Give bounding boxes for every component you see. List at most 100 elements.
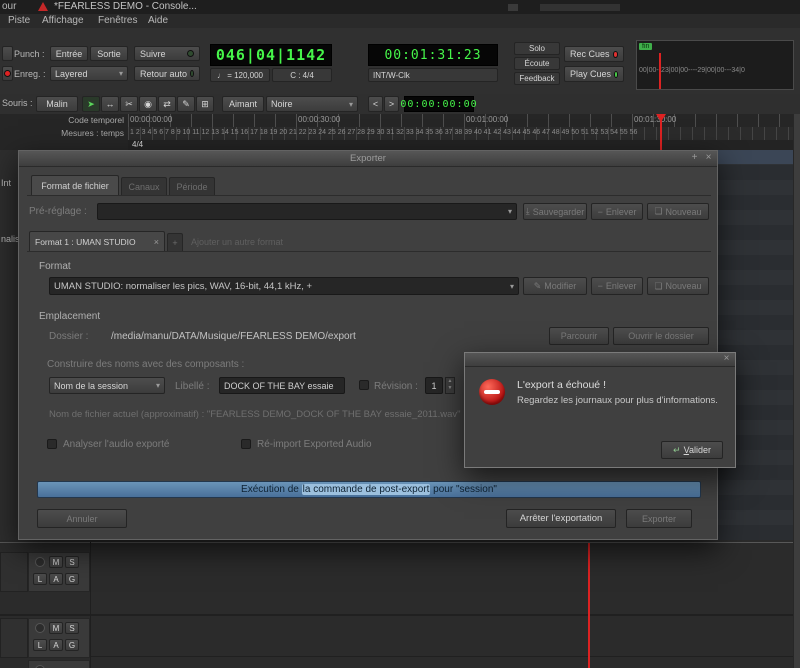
browse-button[interactable]: Parcourir [549,327,609,345]
group-button-g[interactable]: G [65,573,79,585]
format-new-button[interactable]: ❏Nouveau [647,277,709,295]
tab-channels[interactable]: Canaux [121,177,167,195]
rec-cues-button[interactable]: Rec Cues [564,46,624,62]
track-separator [0,656,793,657]
end-marker[interactable]: fin [639,43,652,50]
follow-playhead-button[interactable]: Suivre [134,46,200,61]
grab-tool-button[interactable]: ➤ [82,96,100,112]
titlebar[interactable]: our *FEARLESS DEMO - Console... [0,0,800,15]
transport-bar: Punch : Entrée Sortie Enreg. : Layered▾ … [0,28,800,95]
group-button-l[interactable]: L [33,639,47,651]
range-tool-button[interactable]: ↔ [101,96,119,112]
timefx-tool-button[interactable]: ⇄ [158,96,176,112]
preset-remove-button[interactable]: −Enlever [591,203,643,220]
nudge-left-icon: < [373,99,378,109]
revision-checkbox[interactable] [359,380,369,390]
menu-fenetres[interactable]: Fenêtres [98,15,137,26]
monitor-button[interactable]: Écoute [514,57,560,70]
edit-tool-button[interactable]: ⊞ [196,96,214,112]
mute-button[interactable]: M [49,556,63,568]
draw-tool-button[interactable]: ✎ [177,96,195,112]
revision-stepper[interactable]: ▲▼ [445,377,455,394]
tab-file-format[interactable]: Format de fichier [31,175,119,195]
cut-tool-button[interactable]: ✂ [120,96,138,112]
revision-input[interactable] [425,377,443,394]
vertical-scrollbar[interactable] [793,114,800,668]
name-component-select[interactable]: Nom de la session▾ [49,377,165,394]
format-remove-button[interactable]: −Enlever [591,277,643,295]
solo-button[interactable]: Solo [514,42,560,55]
mini-timeline-ruler: 00|00--23|00|00----29|00|00---34|0 [639,67,745,74]
play-cues-button[interactable]: Play Cues [564,66,624,82]
preset-save-button[interactable]: ⤓Sauvegarder [523,203,587,220]
error-body-text: Regardez les journaux pour plus d'inform… [517,395,718,406]
group-button-l[interactable]: L [33,573,47,585]
close-icon[interactable]: × [702,152,715,163]
mute-button[interactable]: M [49,622,63,634]
menu-aide[interactable]: Aide [148,15,168,26]
record-mode-value: Layered [55,69,88,79]
menu-affichage[interactable]: Affichage [42,15,84,26]
solo-button[interactable]: S [65,622,79,634]
reimport-checkbox[interactable] [241,439,251,449]
meter-marker[interactable]: 4/4 [132,140,143,149]
bars-ruler[interactable]: 1 2 3 4 5 6 7 8 9 10 11 12 13 14 15 16 1… [128,127,800,141]
scissors-icon: ✂ [125,99,133,110]
grid-unit-select[interactable]: Noire▾ [266,96,358,112]
tab-timespan[interactable]: Période [169,177,215,195]
format-tab[interactable]: Format 1 : UMAN STUDIO × [29,231,165,251]
preset-new-button[interactable]: ❏Nouveau [647,203,709,220]
record-arm-button[interactable] [35,623,45,633]
error-icon [479,379,505,405]
secondary-clock-value: 00:01:31:23 [384,48,481,63]
label-input[interactable] [219,377,345,394]
nudge-back-button[interactable]: < [368,96,383,112]
track-canvas-right[interactable] [718,150,800,540]
group-button-a[interactable]: A [49,639,63,651]
mini-timeline[interactable]: fin 00|00--23|00|00----29|00|00---34|0 [636,40,794,90]
audition-tool-button[interactable]: ◉ [139,96,157,112]
error-dialog-titlebar[interactable]: × [465,353,735,367]
smart-mode-button[interactable]: Malin [36,96,78,112]
group-button-g[interactable]: G [65,639,79,651]
record-mode-select[interactable]: Layered▾ [50,66,128,81]
reimport-label: Ré-import Exported Audio [257,439,372,450]
open-folder-button[interactable]: Ouvrir le dossier [613,327,709,345]
sync-source-button[interactable]: INT/W-Clk [368,68,498,82]
nudge-clock[interactable]: 00:00:00:00 [404,96,474,112]
auto-return-button[interactable]: Retour auto [134,66,200,81]
format-edit-button[interactable]: ✎Modifier [523,277,587,295]
transport-mini-button[interactable] [2,46,13,61]
tabs-divider [27,195,711,196]
cancel-button[interactable]: Annuler [37,509,127,528]
add-format-tab[interactable]: + [167,233,183,251]
feedback-button[interactable]: Feedback [514,72,560,85]
close-icon[interactable]: × [720,353,733,364]
tempo-button[interactable]: ♩ = 120,000 [210,68,270,82]
menu-piste[interactable]: Piste [8,15,30,26]
export-button[interactable]: Exporter [626,509,692,528]
export-label: Exporter [642,514,676,524]
solo-button[interactable]: S [65,556,79,568]
punch-out-button[interactable]: Sortie [90,46,128,61]
preset-select[interactable]: ▾ [97,203,517,220]
group-button-a[interactable]: A [49,573,63,585]
meter-ruler[interactable]: 4/4 [128,140,800,150]
ok-button[interactable]: ↵ Valider [661,441,723,459]
tempo-value: ♩ = 120,000 [217,71,263,80]
secondary-clock[interactable]: 00:01:31:23 [368,44,498,66]
nudge-forward-button[interactable]: > [384,96,399,112]
record-arm-button[interactable] [35,557,45,567]
stop-export-button[interactable]: Arrêter l'exportation [506,509,616,528]
primary-clock[interactable]: 046|04|1142 [210,44,332,66]
export-dialog-titlebar[interactable]: Exporter + × [19,151,717,167]
punch-in-button[interactable]: Entrée [50,46,88,61]
global-record-arm-button[interactable] [2,66,13,81]
analyze-checkbox[interactable] [47,439,57,449]
format-select[interactable]: UMAN STUDIO: normaliser les pics, WAV, 1… [49,277,519,295]
snap-mode-button[interactable]: Aimant [222,96,264,112]
meter-button[interactable]: C : 4/4 [272,68,332,82]
maximize-icon[interactable]: + [688,152,701,163]
timecode-ruler[interactable]: 00:00:00:00 00:00:30:00 00:01:00:00 00:0… [128,114,800,128]
close-tab-icon[interactable]: × [154,237,159,247]
